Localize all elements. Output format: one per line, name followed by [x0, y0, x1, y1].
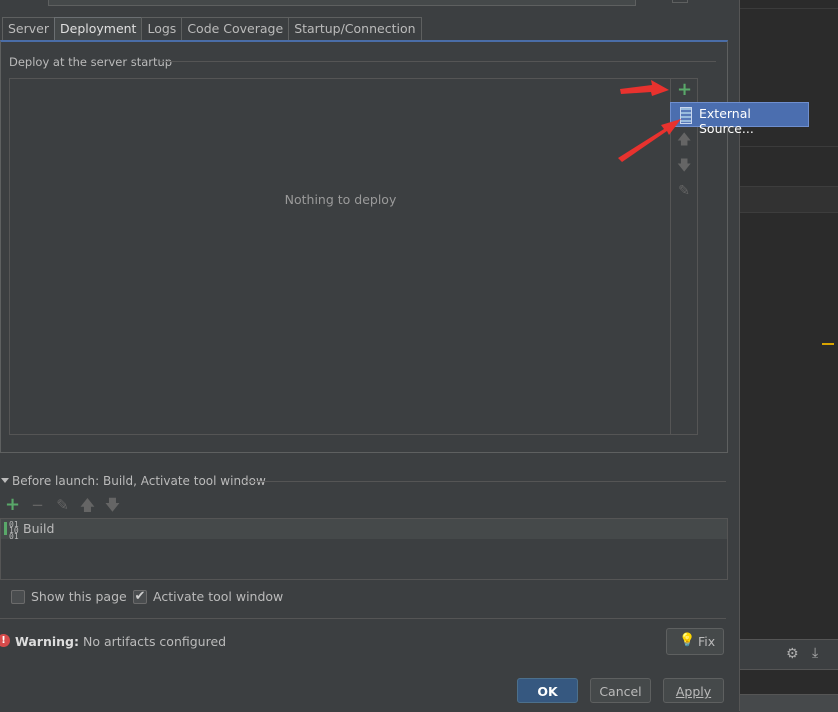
- tab-bar: Server Deployment Logs Code Coverage Sta…: [2, 17, 422, 40]
- tab-startup-connection[interactable]: Startup/Connection: [288, 17, 422, 40]
- activate-tool-window-label[interactable]: Activate tool window: [153, 589, 283, 604]
- fix-label: Fix: [698, 634, 716, 649]
- top-button-remnant: [672, 0, 688, 3]
- section-divider: [160, 61, 716, 62]
- arrow-down-icon[interactable]: 🡇: [104, 497, 121, 513]
- ok-button[interactable]: OK: [517, 678, 578, 703]
- editor-marker: [822, 343, 834, 345]
- tab-deployment[interactable]: Deployment: [54, 17, 143, 40]
- minus-icon[interactable]: −: [29, 497, 46, 513]
- warning-label: Warning:: [15, 634, 79, 649]
- plus-icon[interactable]: +: [677, 81, 692, 99]
- before-launch-title[interactable]: Before launch: Build, Activate tool wind…: [12, 474, 266, 488]
- editor-toolbar: ⚙ ⤓: [740, 639, 838, 670]
- arrow-up-icon[interactable]: 🡅: [79, 497, 96, 513]
- show-page-label[interactable]: Show this page: [31, 589, 127, 604]
- editor-statusbar: [740, 694, 838, 712]
- cancel-button[interactable]: Cancel: [590, 678, 651, 703]
- editor-line: [740, 146, 838, 147]
- show-page-checkbox[interactable]: [11, 590, 25, 604]
- top-field-remnant: [48, 0, 636, 6]
- editor-line: [740, 8, 838, 9]
- tab-server[interactable]: Server: [2, 17, 55, 40]
- arrow-up-icon[interactable]: 🡅: [677, 133, 691, 147]
- editor-highlight-band: [740, 186, 838, 213]
- gear-icon[interactable]: ⚙: [786, 646, 799, 662]
- plus-icon[interactable]: +: [4, 496, 21, 514]
- section-title: Deploy at the server startup: [9, 55, 173, 69]
- apply-button[interactable]: Apply: [663, 678, 724, 703]
- list-item[interactable]: 01 10 01 Build: [1, 519, 727, 541]
- build-label: Build: [23, 521, 55, 536]
- add-popup-menu: External Source...: [670, 102, 809, 136]
- external-source-icon: [680, 107, 692, 124]
- activate-tool-window-checkbox[interactable]: ✔: [133, 590, 147, 604]
- pencil-icon[interactable]: ✎: [677, 184, 691, 198]
- warning-text: No artifacts configured: [82, 634, 227, 649]
- editor-panel: [740, 669, 838, 695]
- section-divider: [0, 618, 726, 619]
- error-icon: !: [0, 634, 10, 647]
- fix-button[interactable]: 💡 Fix: [666, 628, 724, 655]
- deploy-list[interactable]: Nothing to deploy: [9, 78, 672, 435]
- pencil-icon[interactable]: ✎: [54, 497, 71, 513]
- deploy-toolbar: + 🡅 🡇 ✎: [670, 78, 698, 435]
- build-icon-bar: [4, 522, 7, 535]
- tab-code-coverage[interactable]: Code Coverage: [181, 17, 290, 40]
- warning-message: Warning: No artifacts configured: [15, 634, 226, 649]
- menu-item-external-source[interactable]: External Source...: [699, 106, 808, 136]
- collapse-triangle-icon[interactable]: [1, 478, 9, 483]
- lightbulb-icon: 💡: [679, 633, 696, 648]
- section-divider: [245, 481, 726, 482]
- before-launch-toolbar: + − ✎ 🡅 🡇: [4, 496, 121, 514]
- build-icon-bits: 01 10 01: [9, 520, 19, 541]
- before-launch-list: 01 10 01 Build: [0, 518, 728, 580]
- arrow-down-icon[interactable]: 🡇: [677, 159, 691, 173]
- download-icon[interactable]: ⤓: [812, 645, 818, 661]
- tab-logs[interactable]: Logs: [141, 17, 183, 40]
- build-icon: 01 10 01: [4, 521, 19, 541]
- empty-state-text: Nothing to deploy: [284, 192, 397, 207]
